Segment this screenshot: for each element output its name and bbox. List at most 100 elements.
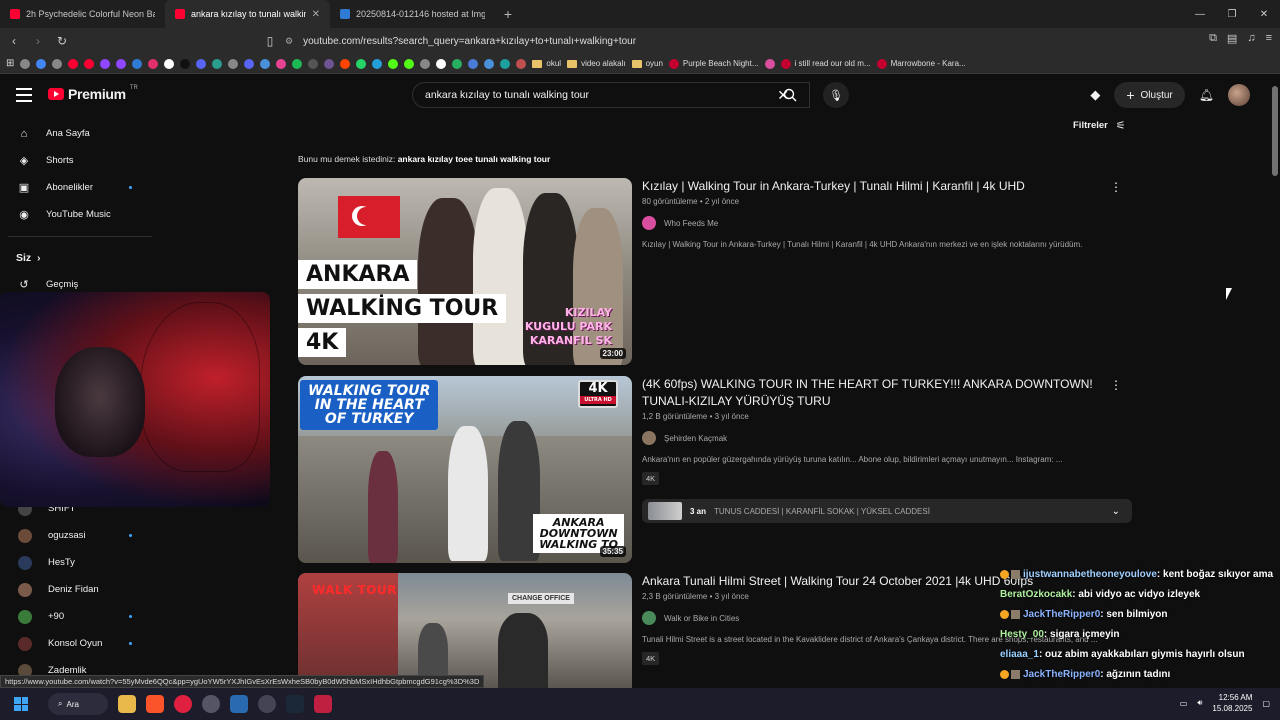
menu-icon[interactable]: ≡ [1266, 32, 1272, 45]
page-scrollbar[interactable] [1272, 86, 1278, 176]
extensions-icon[interactable]: ⧉ [1209, 32, 1217, 45]
sidebar-item-shorts[interactable]: ◈ Shorts [0, 147, 160, 174]
bookmark-favicon-icon[interactable] [292, 58, 303, 69]
channel-link[interactable]: Who Feeds Me [642, 216, 1122, 230]
bookmark-favicon-icon[interactable] [84, 58, 95, 69]
bookmark-favicon-icon[interactable] [500, 58, 511, 69]
network-icon[interactable]: ▭ [1180, 699, 1188, 708]
bookmark-folder-oyun[interactable]: oyun [631, 59, 663, 68]
bookmark-favicon-icon[interactable] [68, 58, 79, 69]
bookmark-link[interactable] [764, 58, 775, 69]
bookmark-link[interactable]: i still read our old m... [780, 58, 871, 69]
bookmark-favicon-icon[interactable] [180, 58, 191, 69]
suggested-query-link[interactable]: ankara kızılay toee tunalı walking tour [398, 154, 551, 164]
bookmark-favicon-icon[interactable] [452, 58, 463, 69]
video-thumbnail[interactable]: WALK TOUR CHANGE OFFICE [298, 573, 632, 688]
bookmark-favicon-icon[interactable] [52, 58, 63, 69]
bookmark-favicon-icon[interactable] [196, 58, 207, 69]
youtube-app-icon[interactable] [174, 695, 192, 713]
volume-icon[interactable]: 🔊︎ [1197, 698, 1202, 708]
sidebar-item-youtube-music[interactable]: ◉ YouTube Music [0, 201, 160, 228]
more-options-icon[interactable]: ⋮ [1110, 378, 1122, 392]
voice-search-button[interactable]: 🎙 [823, 82, 849, 108]
back-icon[interactable]: ‹ [4, 31, 24, 51]
cast-icon[interactable]: ◆ [1090, 87, 1100, 103]
browser-tab[interactable]: 20250814-012146 hosted at ImgBB [330, 0, 495, 28]
bookmark-favicon-icon[interactable] [20, 58, 31, 69]
bookmark-favicon-icon[interactable] [340, 58, 351, 69]
windows-start-icon[interactable] [14, 697, 28, 711]
taskbar-search[interactable]: ⌕ Ara [48, 693, 108, 715]
create-button[interactable]: + Oluştur [1114, 82, 1185, 108]
bookmark-folder-okul[interactable]: okul [532, 59, 561, 68]
video-result[interactable]: ANKARA WALKİNG TOUR 4K KIZILAY KUGULU PA… [298, 178, 1138, 368]
youtube-premium-logo[interactable]: Premium TR [48, 85, 138, 102]
bookmark-link[interactable]: Purple Beach Night... [668, 58, 759, 69]
sidebar-subscription[interactable]: oguzsasi [0, 522, 160, 549]
menu-hamburger-icon[interactable] [16, 88, 32, 102]
minimize-icon[interactable]: — [1184, 0, 1216, 28]
bookmark-favicon-icon[interactable] [308, 58, 319, 69]
close-tab-icon[interactable]: ✕ [312, 9, 320, 20]
bookmark-favicon-icon[interactable] [164, 58, 175, 69]
video-result[interactable]: WALKING TOUR IN THE HEART OF TURKEY 4K UL… [298, 376, 1138, 566]
video-title[interactable]: Kızılay | Walking Tour in Ankara-Turkey … [642, 178, 1122, 195]
bookmark-favicon-icon[interactable] [484, 58, 495, 69]
browser-tab[interactable]: ankara kızılay to tunalı walking t ✕ [165, 0, 330, 28]
bookmark-favicon-icon[interactable] [260, 58, 271, 69]
site-info-icon[interactable]: ⚙ [285, 36, 293, 47]
apps-icon[interactable]: ⊞ [6, 58, 14, 69]
photos-icon[interactable] [230, 695, 248, 713]
bookmark-favicon-icon[interactable] [148, 58, 159, 69]
bookmark-favicon-icon[interactable] [244, 58, 255, 69]
bookmark-favicon-icon[interactable] [468, 58, 479, 69]
obs-icon[interactable] [258, 695, 276, 713]
bookmark-folder-video[interactable]: video alakalı [567, 59, 626, 68]
close-window-icon[interactable]: ✕ [1248, 0, 1280, 28]
bookmark-favicon-icon[interactable] [324, 58, 335, 69]
sidebar-item-abonelikler[interactable]: ▣ Abonelikler [0, 174, 160, 201]
chapters-bar[interactable]: 3 an TUNUS CADDESİ | KARANFİL SOKAK | YÜ… [642, 499, 1132, 523]
sidebar-item-ana-sayfa[interactable]: ⌂ Ana Sayfa [0, 120, 160, 147]
bookmark-favicon-icon[interactable] [132, 58, 143, 69]
forward-icon[interactable]: › [28, 31, 48, 51]
url-field[interactable]: ⚙ youtube.com/results?search_query=ankar… [285, 31, 1035, 51]
filters-button[interactable]: Filtreler ⚟ [1073, 119, 1126, 132]
bookmark-favicon-icon[interactable] [36, 58, 47, 69]
bookmark-favicon-icon[interactable] [372, 58, 383, 69]
more-options-icon[interactable]: ⋮ [1110, 180, 1122, 194]
bookmark-favicon-icon[interactable] [228, 58, 239, 69]
app-icon[interactable] [202, 695, 220, 713]
browser-tab[interactable]: 2h Psychedelic Colorful Neon Backgr [0, 0, 165, 28]
taskbar-clock[interactable]: 12:56 AM 15.08.2025 [1212, 692, 1252, 714]
video-title[interactable]: (4K 60fps) WALKING TOUR IN THE HEART OF … [642, 376, 1122, 410]
video-thumbnail[interactable]: ANKARA WALKİNG TOUR 4K KIZILAY KUGULU PA… [298, 178, 632, 365]
new-tab-button[interactable]: + [495, 6, 521, 22]
media-icon[interactable]: ♫ [1247, 32, 1255, 45]
account-avatar[interactable] [1228, 84, 1250, 106]
search-button[interactable] [770, 82, 810, 108]
bookmark-favicon-icon[interactable] [276, 58, 287, 69]
bookmark-favicon-icon[interactable] [116, 58, 127, 69]
streaming-app-icon[interactable] [314, 695, 332, 713]
sidebar-icon[interactable]: ▤ [1227, 32, 1237, 45]
notifications-bell-icon[interactable]: 🔔︎ [1199, 88, 1214, 102]
notification-center-icon[interactable]: ▢ [1262, 699, 1270, 708]
bookmark-favicon-icon[interactable] [404, 58, 415, 69]
sidebar-subscription[interactable]: Deniz Fidan [0, 576, 160, 603]
search-input[interactable]: ankara kızılay to tunalı walking tour ✕ [412, 82, 810, 108]
bookmark-favicon-icon[interactable] [356, 58, 367, 69]
sidebar-subscription[interactable]: HesTy [0, 549, 160, 576]
channel-link[interactable]: Şehirden Kaçmak [642, 431, 1122, 445]
bookmark-favicon-icon[interactable] [420, 58, 431, 69]
sidebar-subscription[interactable]: +90 [0, 603, 160, 630]
restore-icon[interactable]: ❐ [1216, 0, 1248, 28]
bookmark-icon[interactable]: ▯ [260, 31, 280, 51]
reload-icon[interactable]: ↻ [52, 31, 72, 51]
bookmark-favicon-icon[interactable] [436, 58, 447, 69]
bookmark-favicon-icon[interactable] [388, 58, 399, 69]
bookmark-favicon-icon[interactable] [516, 58, 527, 69]
sidebar-you-heading[interactable]: Siz › [0, 245, 160, 271]
bookmark-favicon-icon[interactable] [100, 58, 111, 69]
video-thumbnail[interactable]: WALKING TOUR IN THE HEART OF TURKEY 4K UL… [298, 376, 632, 563]
